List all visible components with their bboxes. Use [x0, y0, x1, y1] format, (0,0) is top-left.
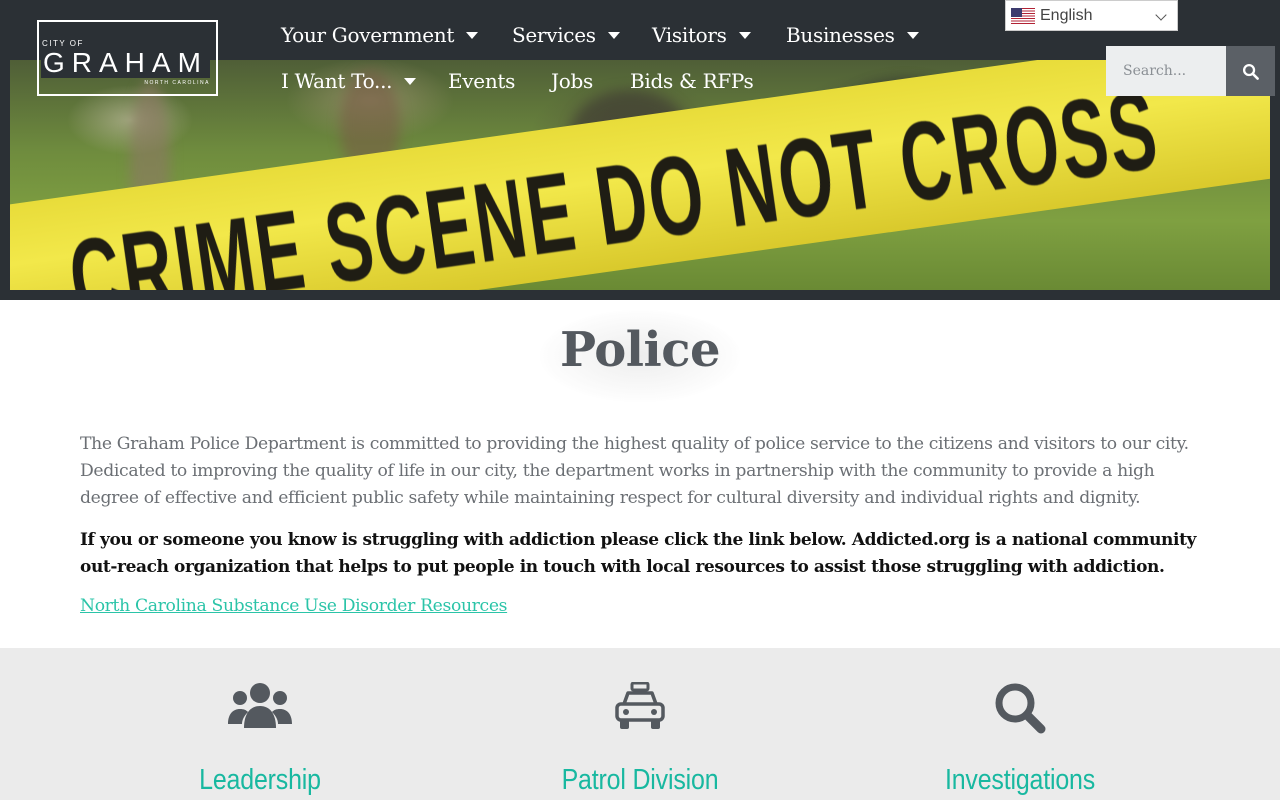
nav-label: Services [512, 23, 596, 47]
us-flag-icon [1011, 7, 1035, 24]
patrol-division-label: Patrol Division [561, 764, 719, 796]
nav-your-government[interactable]: Your Government [281, 23, 479, 47]
nav-label: Events [448, 69, 516, 93]
nav-events[interactable]: Events [448, 69, 515, 93]
intro-paragraph: The Graham Police Department is committe… [80, 434, 1189, 508]
search-button[interactable] [1226, 46, 1275, 96]
site-header: CRIME SCENE DO NOT CROSS CITY OF GRAHAM … [0, 0, 1280, 300]
nav-label: Businesses [786, 23, 895, 47]
logo-main-text: GRAHAM [41, 47, 210, 78]
investigations-card[interactable]: Investigations [830, 648, 1210, 800]
nav-label: Bids & RFPs [630, 69, 754, 93]
investigations-label: Investigations [944, 764, 1096, 796]
caret-down-icon [466, 31, 479, 39]
language-select[interactable]: English [1005, 0, 1178, 31]
language-label: English [1040, 6, 1093, 24]
addiction-notice: If you or someone you know is struggling… [80, 530, 1197, 577]
city-logo[interactable]: CITY OF GRAHAM NORTH CAROLINA [37, 20, 218, 96]
caret-down-icon [607, 31, 620, 39]
leadership-label: Leadership [199, 764, 321, 796]
nav-i-want-to[interactable]: I Want To... [281, 69, 417, 93]
users-icon [228, 683, 292, 728]
search-input[interactable] [1106, 46, 1226, 96]
caret-down-icon [738, 31, 751, 39]
nav-label: I Want To... [281, 69, 393, 93]
caret-down-icon [404, 77, 417, 85]
nav-label: Your Government [281, 23, 455, 47]
caret-down-icon [906, 31, 919, 39]
nav-businesses[interactable]: Businesses [786, 23, 919, 47]
search-icon [1242, 63, 1259, 80]
police-divisions-section: Leadership Patrol Division Investigation… [0, 648, 1280, 800]
nav-label: Jobs [551, 69, 593, 93]
logo-sub-text: NORTH CAROLINA [144, 80, 210, 86]
nav-label: Visitors [652, 23, 727, 47]
nav-services[interactable]: Services [512, 23, 620, 47]
nav-jobs[interactable]: Jobs [551, 69, 593, 93]
chevron-down-icon [1155, 9, 1167, 21]
nav-visitors[interactable]: Visitors [652, 23, 751, 47]
magnifier-icon [995, 683, 1046, 734]
nav-bids-rfps[interactable]: Bids & RFPs [630, 69, 754, 93]
page-title: Police [559, 322, 721, 378]
patrol-division-card[interactable]: Patrol Division [450, 648, 830, 800]
substance-use-resources-link[interactable]: North Carolina Substance Use Disorder Re… [80, 596, 507, 616]
leadership-card[interactable]: Leadership [70, 648, 450, 800]
taxi-car-icon [615, 682, 665, 729]
